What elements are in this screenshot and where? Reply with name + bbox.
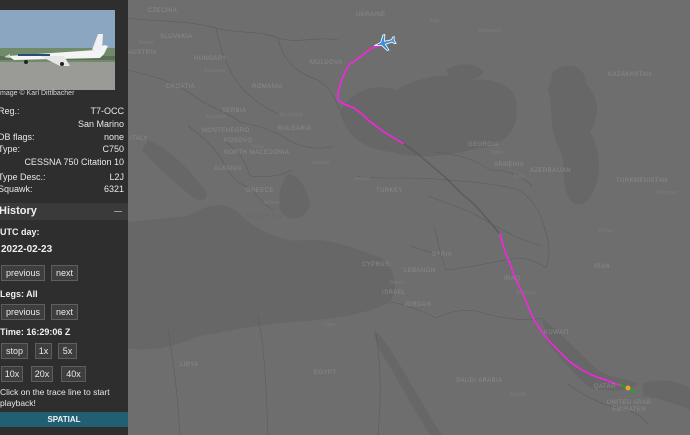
label-uae: UNITED ARAB EMIRATES <box>606 400 652 413</box>
label-kazakhstan: KAZAKHSTAN <box>608 72 652 78</box>
label-iran: IRAN <box>594 264 610 270</box>
stop-button[interactable]: stop <box>1 343 28 359</box>
label-egypt: EGYPT <box>314 370 337 376</box>
city-bucharest: Bucharest <box>280 112 303 118</box>
city-sofia: Sofia <box>252 144 264 150</box>
track-segment-south[interactable] <box>499 233 625 387</box>
label-montenegro: MONTENEGRO <box>202 128 250 134</box>
map[interactable]: CZECHIA UKRAINE SLOVAKIA AUSTRIA HUNGARY… <box>128 0 690 435</box>
label-lebanon: LEBANON <box>404 268 436 274</box>
city-tehran: Tehran <box>598 228 614 234</box>
airplane-icon[interactable] <box>372 32 397 53</box>
history-header[interactable]: History <box>0 203 128 220</box>
day-previous-button[interactable]: previous <box>1 265 45 281</box>
collapse-icon[interactable] <box>114 211 122 212</box>
label-italy: ITALY <box>130 136 148 142</box>
label-czechia: CZECHIA <box>148 8 178 14</box>
label-israel: ISRAEL <box>382 290 406 296</box>
city-ankara: Ankara <box>354 176 370 182</box>
label-saudi-arabia: SAUDI ARABIA <box>456 378 503 384</box>
landing-point[interactable] <box>625 385 631 391</box>
map-canvas[interactable] <box>128 0 690 435</box>
sidebar: mage © Karl Dittlbacher Reg.: T7-OCC San… <box>0 0 128 435</box>
utc-date: 2022-02-23 <box>1 244 53 255</box>
label-georgia: GEORGIA <box>468 142 499 148</box>
city-belgrade: Belgrade <box>206 114 227 120</box>
label-cyprus: CYPRUS <box>362 262 390 268</box>
label-croatia: CROATIA <box>166 84 196 90</box>
label-bulgaria: BULGARIA <box>278 126 312 132</box>
speed-20x-button[interactable]: 20x <box>31 366 53 382</box>
city-baghdad: Baghdad <box>516 290 537 296</box>
photo-credit: mage © Karl Dittlbacher <box>0 90 75 97</box>
label-austria: AUSTRIA <box>128 50 157 56</box>
city-vienna: Vienna <box>138 40 154 46</box>
label-azerbaijan: AZERBAIJAN <box>530 168 572 174</box>
label-aegean: Aegean Sea <box>246 214 284 220</box>
aegean-sea <box>279 174 310 219</box>
city-istanbul: Istanbul <box>312 160 330 166</box>
utc-day-label: UTC day: <box>0 227 40 237</box>
label-mediterranean: Mediterranean Sea <box>248 238 306 244</box>
city-tbilisi: Tbilisi <box>490 150 503 156</box>
city-budapest: Budapest <box>204 68 226 74</box>
city-ashgabat: Ashgabat <box>656 190 678 196</box>
aircraft-photo[interactable] <box>0 10 115 90</box>
label-jordan: JORDAN <box>404 302 432 308</box>
caspian-sea <box>548 65 599 205</box>
persian-gulf <box>542 318 638 391</box>
playback-hint: Click on the trace line to start playbac… <box>0 387 110 408</box>
city-kyiv: Kyiv <box>430 18 440 24</box>
label-black-sea: Black Sea <box>416 118 447 124</box>
label-slovakia: SLOVAKIA <box>160 34 193 40</box>
leg-previous-button[interactable]: previous <box>1 304 45 320</box>
city-cairo: Cairo <box>324 322 336 328</box>
speed-40x-button[interactable]: 40x <box>61 366 86 382</box>
city-volgograd: Volgograd <box>478 28 501 34</box>
speed-10x-button[interactable]: 10x <box>1 366 23 382</box>
label-albania: ALBANIA <box>214 166 243 172</box>
city-baku: Baku <box>514 174 526 180</box>
label-turkmenistan: TURKMENISTAN <box>616 178 668 184</box>
time-label: Time: 16:29:06 Z <box>0 327 71 337</box>
history-title: History <box>0 205 37 217</box>
label-north-macedonia: NORTH MACEDONIA <box>224 150 290 156</box>
speed-1x-button[interactable]: 1x <box>35 343 52 359</box>
label-libya: LIBYA <box>180 362 199 368</box>
label-syria: SYRIA <box>432 252 453 258</box>
spatial-button[interactable]: SPATIAL <box>0 412 128 427</box>
label-turkey: TURKEY <box>376 188 403 194</box>
label-kuwait: KUWAIT <box>544 330 570 336</box>
label-hungary: HUNGARY <box>194 56 227 62</box>
adriatic-sea <box>142 140 207 201</box>
label-greece: GREECE <box>246 188 274 194</box>
label-moldova: MOLDOVA <box>310 60 343 66</box>
city-athens: Athens <box>264 200 280 206</box>
mediterranean-sea <box>128 205 395 350</box>
label-kosovo: KOSOVO <box>224 138 253 144</box>
label-qatar: QATAR <box>594 384 616 390</box>
red-sea <box>374 330 442 435</box>
day-next-button[interactable]: next <box>51 265 78 281</box>
legs-label: Legs: All <box>0 289 38 299</box>
city-beirut: Beirut <box>390 280 404 286</box>
speed-5x-button[interactable]: 5x <box>58 343 77 359</box>
sea-of-azov <box>446 64 484 80</box>
label-iraq: IRAQ <box>504 276 521 282</box>
label-ukraine: UKRAINE <box>356 12 386 18</box>
label-romania: ROMANIA <box>252 84 283 90</box>
label-armenia: ARMENIA <box>494 162 525 168</box>
city-riyadh: Riyadh <box>510 392 526 398</box>
leg-next-button[interactable]: next <box>51 304 78 320</box>
